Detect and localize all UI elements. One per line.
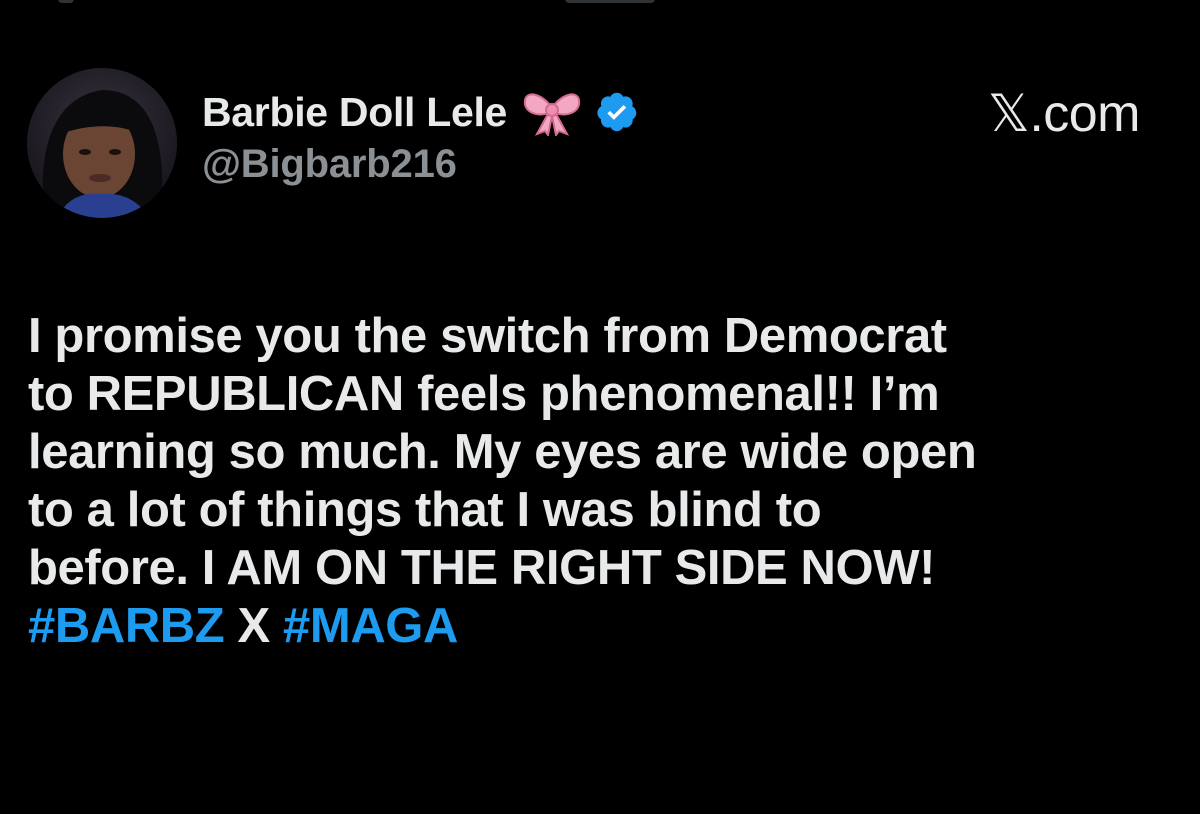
author-name-row: Barbie Doll Lele bbox=[202, 82, 639, 142]
author-display-name[interactable]: Barbie Doll Lele bbox=[202, 89, 507, 136]
hashtag-link[interactable]: #MAGA bbox=[283, 599, 458, 653]
post-text-line: I promise you the switch from Democrat bbox=[28, 309, 947, 363]
post-text-line: to a lot of things that I was blind to bbox=[28, 483, 822, 537]
post-card: Barbie Doll Lele @Bigbarb216 𝕏.com I pro… bbox=[0, 0, 1200, 814]
hashtag-link[interactable]: #BARBZ bbox=[28, 599, 225, 653]
post-header: Barbie Doll Lele @Bigbarb216 bbox=[202, 82, 639, 187]
post-text-line: learning so much. My eyes are wide open bbox=[28, 425, 977, 479]
avatar[interactable] bbox=[27, 68, 177, 218]
source-label: 𝕏.com bbox=[987, 85, 1141, 143]
post-text-line: to REPUBLICAN feels phenomenal!! I’m bbox=[28, 367, 940, 421]
post-text-line: before. I AM ON THE RIGHT SIDE NOW! bbox=[28, 541, 936, 595]
author-handle[interactable]: @Bigbarb216 bbox=[202, 142, 639, 187]
pink-bow-icon bbox=[521, 88, 583, 138]
hashtag-separator: X bbox=[224, 599, 284, 653]
post-text: I promise you the switch from Democrat t… bbox=[28, 307, 1178, 655]
post-hashtag-line: #BARBZ X #MAGA bbox=[28, 597, 1178, 655]
verified-badge-icon bbox=[595, 90, 639, 134]
avatar-image bbox=[27, 68, 177, 218]
